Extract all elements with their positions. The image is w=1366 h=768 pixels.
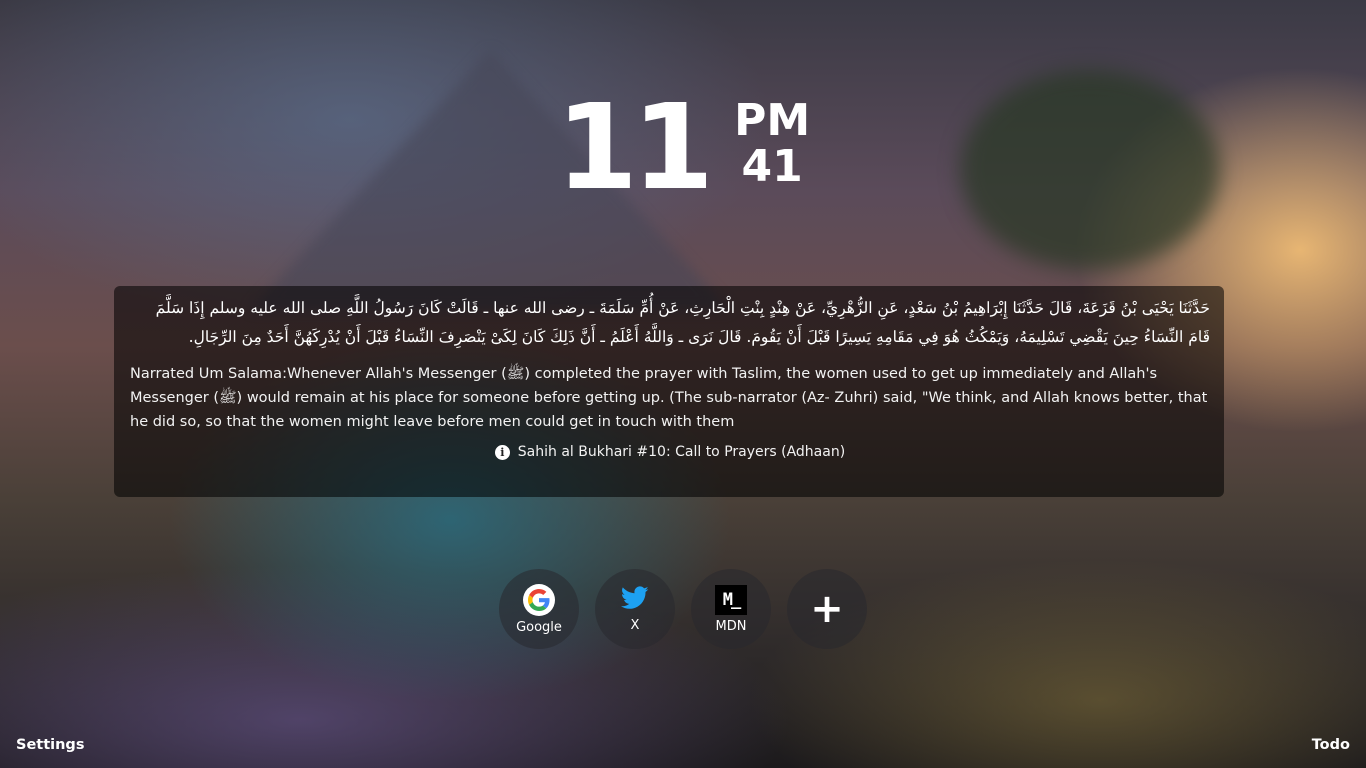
settings-button[interactable]: Settings — [16, 737, 84, 753]
hadith-english-text: Narrated Um Salama:Whenever Allah's Mess… — [130, 366, 1208, 430]
clock-side: PM 41 — [734, 88, 810, 190]
hadith-arabic-text: حَدَّثَنَا يَحْيَى بْنُ قَزَعَةَ، قَالَ … — [155, 299, 1210, 346]
clock-ampm: PM — [734, 95, 811, 146]
shortcut-x[interactable]: X — [595, 569, 675, 649]
clock-minute: 41 — [741, 141, 803, 192]
clock-hour: 11 — [555, 78, 714, 216]
add-shortcut-button[interactable]: + — [787, 569, 867, 649]
hadith-source-label: Sahih al Bukhari #10: Call to Prayers (A… — [517, 444, 846, 460]
shortcuts-bar: Google X M_ MDN + — [499, 569, 867, 649]
hadith-card: حَدَّثَنَا يَحْيَى بْنُ قَزَعَةَ، قَالَ … — [114, 286, 1224, 497]
info-icon: i — [494, 444, 510, 460]
twitter-icon — [620, 585, 649, 614]
clock: 11 PM 41 — [0, 88, 1366, 206]
shortcut-label: MDN — [715, 618, 747, 634]
mdn-icon: M_ — [715, 584, 747, 615]
shortcut-google[interactable]: Google — [499, 569, 579, 649]
google-icon — [523, 583, 555, 616]
shortcut-mdn[interactable]: M_ MDN — [691, 569, 771, 649]
hadith-source[interactable]: i Sahih al Bukhari #10: Call to Prayers … — [130, 444, 1210, 460]
shortcut-label: X — [630, 617, 640, 633]
shortcut-label: Google — [516, 619, 562, 635]
add-icon: + — [810, 586, 844, 632]
todo-button[interactable]: Todo — [1312, 737, 1350, 753]
